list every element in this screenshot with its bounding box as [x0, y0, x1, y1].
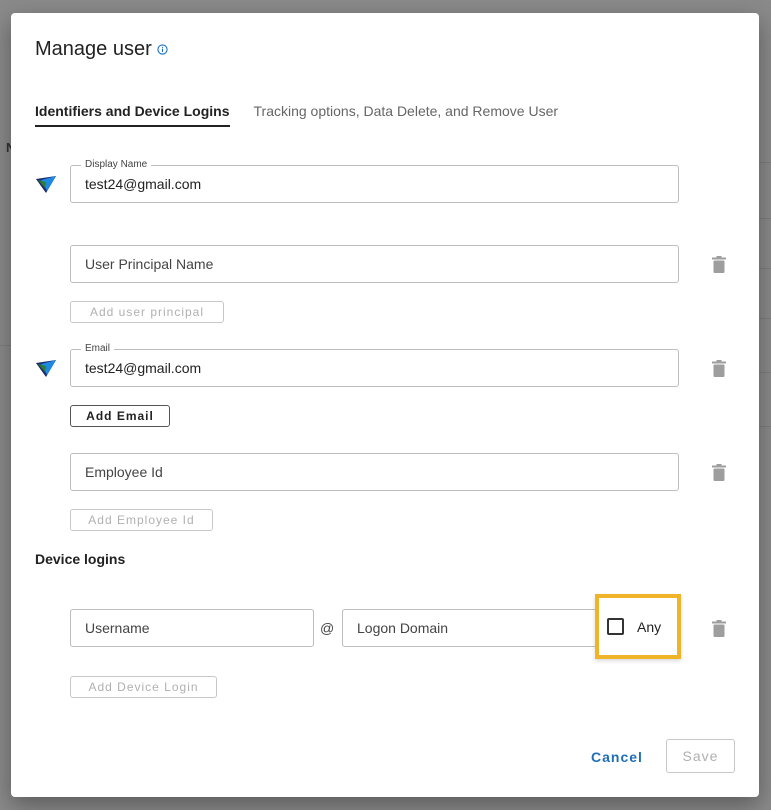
add-employee-id-button[interactable]: Add Employee Id	[70, 509, 213, 531]
delete-employee-id-icon[interactable]	[712, 464, 726, 481]
username-field[interactable]	[70, 609, 314, 647]
email-field[interactable]: Email	[70, 343, 679, 387]
background-divider	[759, 318, 771, 319]
background-divider	[759, 162, 771, 163]
tab-identifiers[interactable]: Identifiers and Device Logins	[35, 103, 230, 127]
add-user-principal-button[interactable]: Add user principal	[70, 301, 224, 323]
email-input[interactable]	[71, 350, 678, 386]
any-domain-checkbox[interactable]	[607, 618, 624, 635]
logon-domain-input[interactable]	[343, 610, 599, 646]
background-divider	[759, 218, 771, 219]
user-principal-field[interactable]	[70, 245, 679, 283]
display-name-input[interactable]	[71, 166, 678, 202]
background-divider	[0, 345, 11, 346]
at-separator: @	[320, 620, 335, 636]
dialog-title: Manage user	[35, 38, 168, 61]
delete-user-principal-icon[interactable]	[712, 256, 726, 273]
email-legend: Email	[81, 343, 115, 354]
identity-source-logo-icon	[36, 360, 56, 377]
background-divider	[759, 268, 771, 269]
add-email-button[interactable]: Add Email	[70, 405, 170, 427]
add-device-login-button[interactable]: Add Device Login	[70, 676, 217, 698]
user-principal-input[interactable]	[71, 246, 678, 282]
delete-device-login-icon[interactable]	[712, 620, 726, 637]
identity-source-logo-icon	[36, 176, 56, 193]
tab-tracking-options[interactable]: Tracking options, Data Delete, and Remov…	[254, 103, 559, 127]
background-divider	[759, 372, 771, 373]
employee-id-input[interactable]	[71, 454, 678, 490]
logon-domain-field[interactable]	[342, 609, 600, 647]
save-button[interactable]: Save	[666, 739, 735, 773]
background-divider	[759, 426, 771, 427]
display-name-legend: Display Name	[81, 159, 152, 170]
any-domain-label: Any	[637, 618, 662, 635]
employee-id-field[interactable]	[70, 453, 679, 491]
any-domain-checkbox-group[interactable]: Any	[595, 594, 681, 659]
dialog-title-text: Manage user	[35, 38, 152, 60]
tab-bar: Identifiers and Device Logins Tracking o…	[35, 103, 582, 127]
device-logins-heading: Device logins	[35, 551, 126, 567]
delete-email-icon[interactable]	[712, 360, 726, 377]
display-name-field[interactable]: Display Name	[70, 159, 679, 203]
manage-user-dialog: Manage user Identifiers and Device Login…	[11, 13, 759, 797]
cancel-button[interactable]: Cancel	[591, 749, 643, 765]
info-icon[interactable]	[157, 44, 168, 55]
username-input[interactable]	[71, 610, 313, 646]
